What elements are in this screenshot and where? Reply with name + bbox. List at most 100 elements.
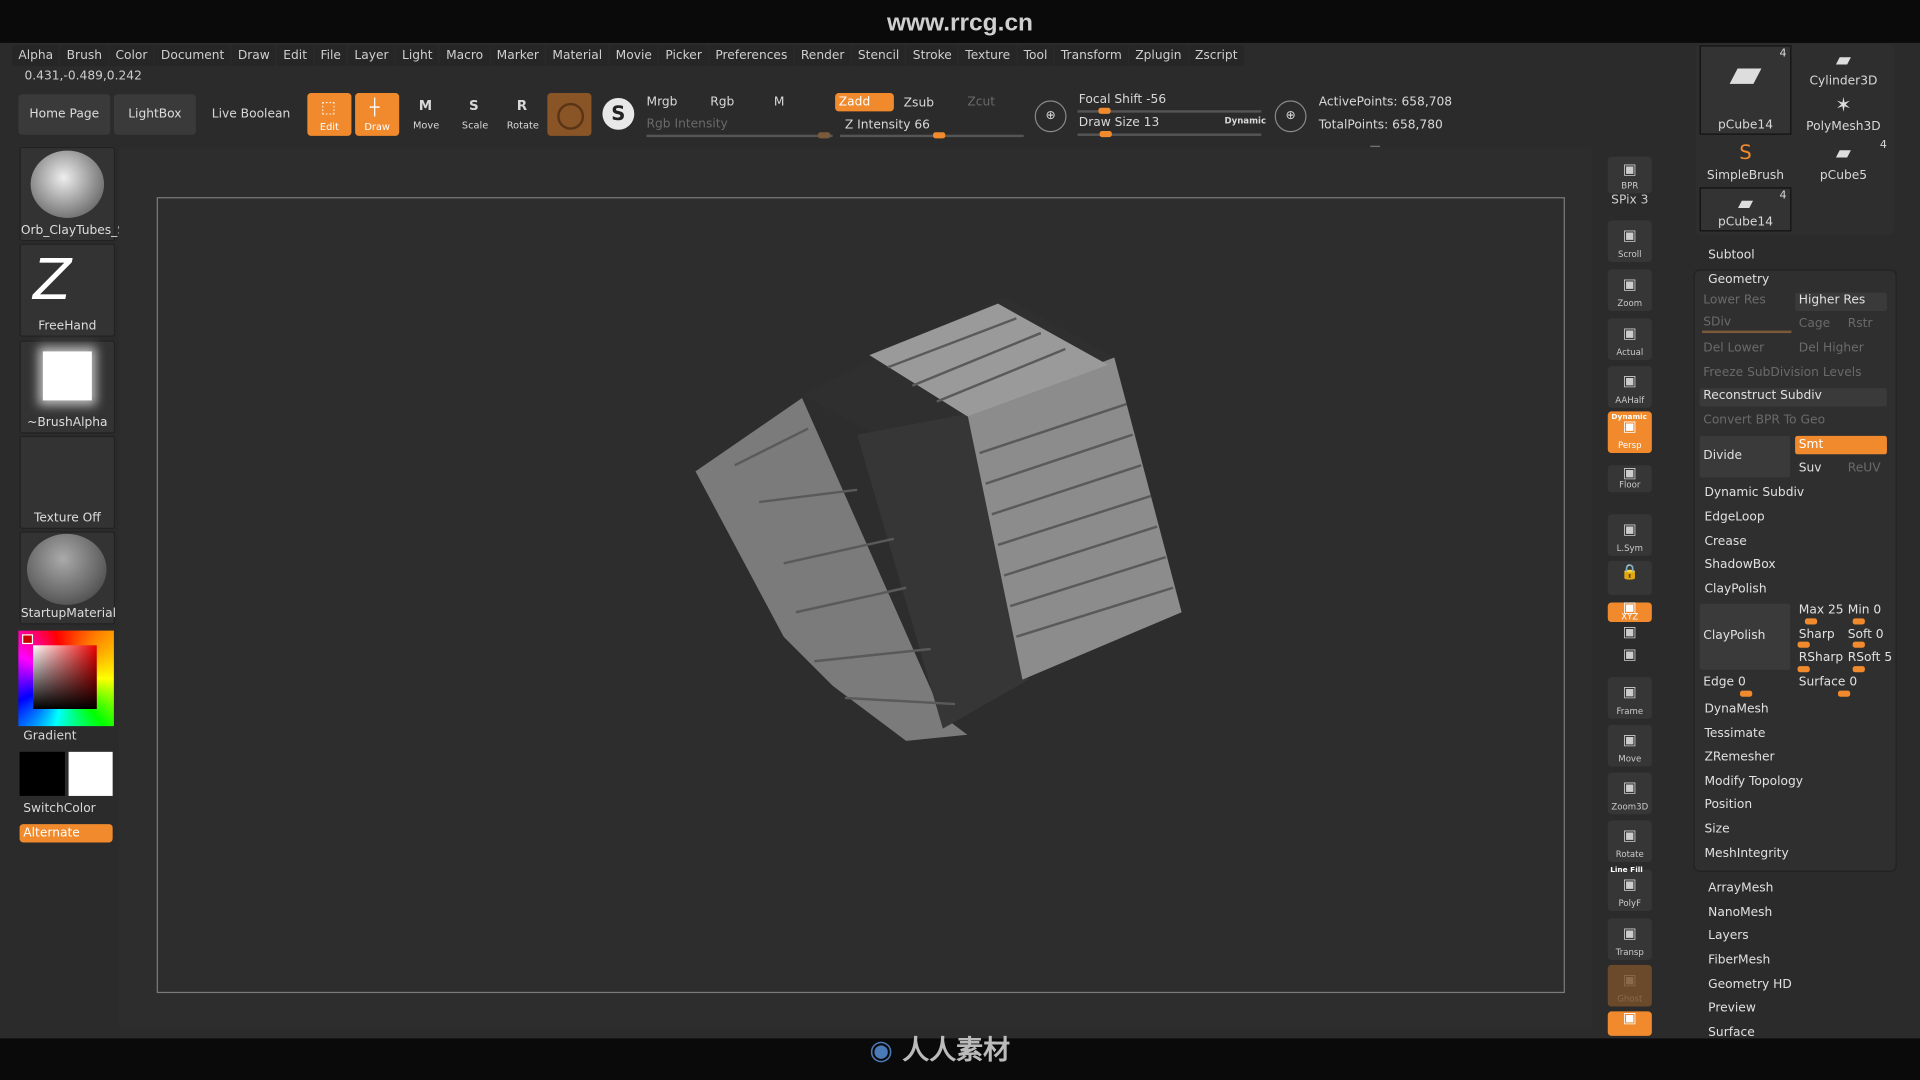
- lower-res-button[interactable]: Lower Res: [1703, 294, 1765, 307]
- surface-slider[interactable]: Surface 0: [1799, 676, 1857, 689]
- sdiv-slider[interactable]: SDiv: [1703, 316, 1731, 329]
- tool-icon: ▣: [1622, 683, 1637, 701]
- subtool-name: pCube5: [1819, 168, 1868, 183]
- subtool-thumb-pcube14[interactable]: ▰ pCube14 4: [1699, 45, 1792, 135]
- freeze-subdivision-button[interactable]: Freeze SubDivision Levels: [1703, 366, 1861, 379]
- subtool-thumb-pcube5[interactable]: ▰ pCube5 4: [1796, 138, 1890, 183]
- tool-actual[interactable]: ▣ Actual: [1607, 318, 1652, 361]
- subpalette-preview[interactable]: Preview: [1708, 1002, 1756, 1015]
- edge-slider[interactable]: Edge 0: [1703, 676, 1746, 689]
- dynamic-label: Dynamic: [1611, 412, 1648, 422]
- slider-knob[interactable]: [1797, 641, 1810, 648]
- tool-zoom3d[interactable]: ▣ Zoom3D: [1607, 772, 1652, 815]
- divide-button[interactable]: Divide: [1703, 449, 1742, 462]
- tool-icon: ▣: [1622, 924, 1637, 942]
- cage-button[interactable]: Cage: [1799, 317, 1830, 330]
- tool-l-sym[interactable]: ▣ L.Sym: [1607, 514, 1652, 556]
- subtool-thumb-polymesh3d[interactable]: ✶ PolyMesh3D: [1796, 91, 1890, 135]
- tool-ghost[interactable]: ▣ Ghost: [1607, 964, 1652, 1007]
- subpalette-zremesher[interactable]: ZRemesher: [1704, 751, 1774, 764]
- claypolish-header[interactable]: ClayPolish: [1704, 583, 1766, 596]
- del-higher-button[interactable]: Del Higher: [1799, 342, 1864, 355]
- subpalette-arraymesh[interactable]: ArrayMesh: [1708, 882, 1773, 895]
- subtool-thumb-cylinder3d[interactable]: ▰ Cylinder3D: [1796, 45, 1890, 89]
- rsoft-slider[interactable]: RSoft 5: [1848, 651, 1892, 664]
- smt-toggle[interactable]: Smt: [1799, 438, 1824, 451]
- subpalette-surface[interactable]: Surface: [1708, 1026, 1755, 1039]
- subpalette-meshintegrity[interactable]: MeshIntegrity: [1704, 847, 1788, 860]
- tool-button-11[interactable]: ▣: [1608, 623, 1652, 647]
- subpalette-edgeloop[interactable]: EdgeLoop: [1704, 511, 1764, 524]
- suv-toggle[interactable]: Suv: [1799, 462, 1822, 475]
- del-lower-button[interactable]: Del Lower: [1703, 342, 1764, 355]
- subpalette-dynamesh[interactable]: DynaMesh: [1704, 703, 1768, 716]
- tool-label: L.Sym: [1616, 543, 1643, 554]
- min-slider[interactable]: Min 0: [1848, 604, 1881, 617]
- tool-aahalf[interactable]: ▣ AAHalf: [1607, 366, 1652, 408]
- tool-zoom[interactable]: ▣ Zoom: [1607, 269, 1652, 312]
- subpalette-modify-topology[interactable]: Modify Topology: [1704, 775, 1803, 788]
- tool-scroll[interactable]: ▣ Scroll: [1607, 220, 1652, 263]
- logo-icon: ◉: [869, 1035, 893, 1067]
- slider-knob[interactable]: [1852, 641, 1865, 648]
- tool-label: Move: [1618, 754, 1642, 765]
- slider-knob[interactable]: [1852, 618, 1865, 625]
- tool-button-20[interactable]: ▣: [1607, 1010, 1652, 1036]
- tool-icon: ▣: [1622, 160, 1637, 178]
- subpalette-shadowbox[interactable]: ShadowBox: [1704, 558, 1775, 571]
- subtool-thumb-simplebrush[interactable]: S SimpleBrush: [1700, 138, 1792, 183]
- tool-icon: ▣: [1622, 372, 1637, 390]
- sdiv-track[interactable]: [1702, 330, 1792, 334]
- tool-icon: ▣: [1622, 826, 1637, 844]
- higher-res-button[interactable]: Higher Res: [1799, 294, 1865, 307]
- subpalette-size[interactable]: Size: [1704, 823, 1729, 836]
- tool-spix-3[interactable]: SPix 3: [1608, 193, 1652, 206]
- tool-label: Actual: [1616, 347, 1644, 358]
- tool-bpr[interactable]: ▣ BPR: [1607, 156, 1652, 194]
- tool-transp[interactable]: ▣ Transp: [1607, 918, 1652, 961]
- geometry-header[interactable]: Geometry: [1708, 273, 1769, 286]
- tool-label: Scroll: [1618, 249, 1642, 260]
- slider-knob[interactable]: [1740, 690, 1753, 697]
- rsharp-slider[interactable]: RSharp: [1799, 651, 1843, 664]
- watermark-logo: ◉ 人人素材: [869, 1035, 1011, 1067]
- subpalette-crease[interactable]: Crease: [1704, 535, 1746, 548]
- tool-rotate[interactable]: ▣ Rotate: [1607, 820, 1652, 863]
- max-slider[interactable]: Max 25: [1799, 604, 1844, 617]
- claypolish-button[interactable]: ClayPolish: [1703, 629, 1765, 642]
- subtool-thumb-pcube14[interactable]: ▰ pCube14 4: [1699, 187, 1792, 232]
- sharp-slider[interactable]: Sharp: [1799, 628, 1835, 641]
- slider-knob[interactable]: [1852, 666, 1865, 673]
- tool-move[interactable]: ▣ Move: [1607, 724, 1652, 767]
- tool-icon: ▣: [1622, 623, 1637, 641]
- tool-xyz[interactable]: ▣ XYZ: [1607, 598, 1652, 623]
- subpalette-fibermesh[interactable]: FiberMesh: [1708, 954, 1770, 967]
- convert-bpr-button[interactable]: Convert BPR To Geo: [1703, 414, 1825, 427]
- reuv-toggle[interactable]: ReUV: [1848, 462, 1881, 475]
- tool-button-12[interactable]: ▣: [1608, 647, 1652, 669]
- slider-knob[interactable]: [1797, 666, 1810, 673]
- subpalette-dynamic-subdiv[interactable]: Dynamic Subdiv: [1704, 486, 1804, 499]
- subpalette-nanomesh[interactable]: NanoMesh: [1708, 906, 1772, 919]
- rstr-button[interactable]: Rstr: [1848, 317, 1873, 330]
- subpalette-tessimate[interactable]: Tessimate: [1704, 727, 1765, 740]
- slider-knob[interactable]: [1804, 618, 1818, 625]
- slider-knob[interactable]: [1837, 690, 1851, 697]
- tool-label: Zoom3D: [1611, 802, 1649, 812]
- tool-label: Rotate: [1615, 849, 1644, 860]
- subpalette-position[interactable]: Position: [1704, 798, 1752, 811]
- tool-frame[interactable]: ▣ Frame: [1607, 677, 1652, 719]
- subtool-count: 4: [1879, 139, 1887, 152]
- reconstruct-subdiv-button[interactable]: Reconstruct Subdiv: [1703, 389, 1822, 402]
- tool-polyf[interactable]: ▣ PolyF: [1607, 869, 1652, 912]
- tool-label: XYZ: [1621, 612, 1639, 623]
- tool-floor[interactable]: ▣ Floor: [1607, 465, 1652, 493]
- soft-slider[interactable]: Soft 0: [1848, 628, 1884, 641]
- subtool-header[interactable]: Subtool: [1708, 249, 1754, 262]
- subpalette-layers[interactable]: Layers: [1708, 929, 1749, 942]
- subpalette-geometry-hd[interactable]: Geometry HD: [1708, 978, 1792, 991]
- tool-button-9[interactable]: 🔒: [1607, 560, 1652, 596]
- tool-label: Zoom: [1617, 298, 1643, 309]
- tool-icon: ▣: [1622, 598, 1637, 616]
- tool-label: Frame: [1616, 706, 1644, 717]
